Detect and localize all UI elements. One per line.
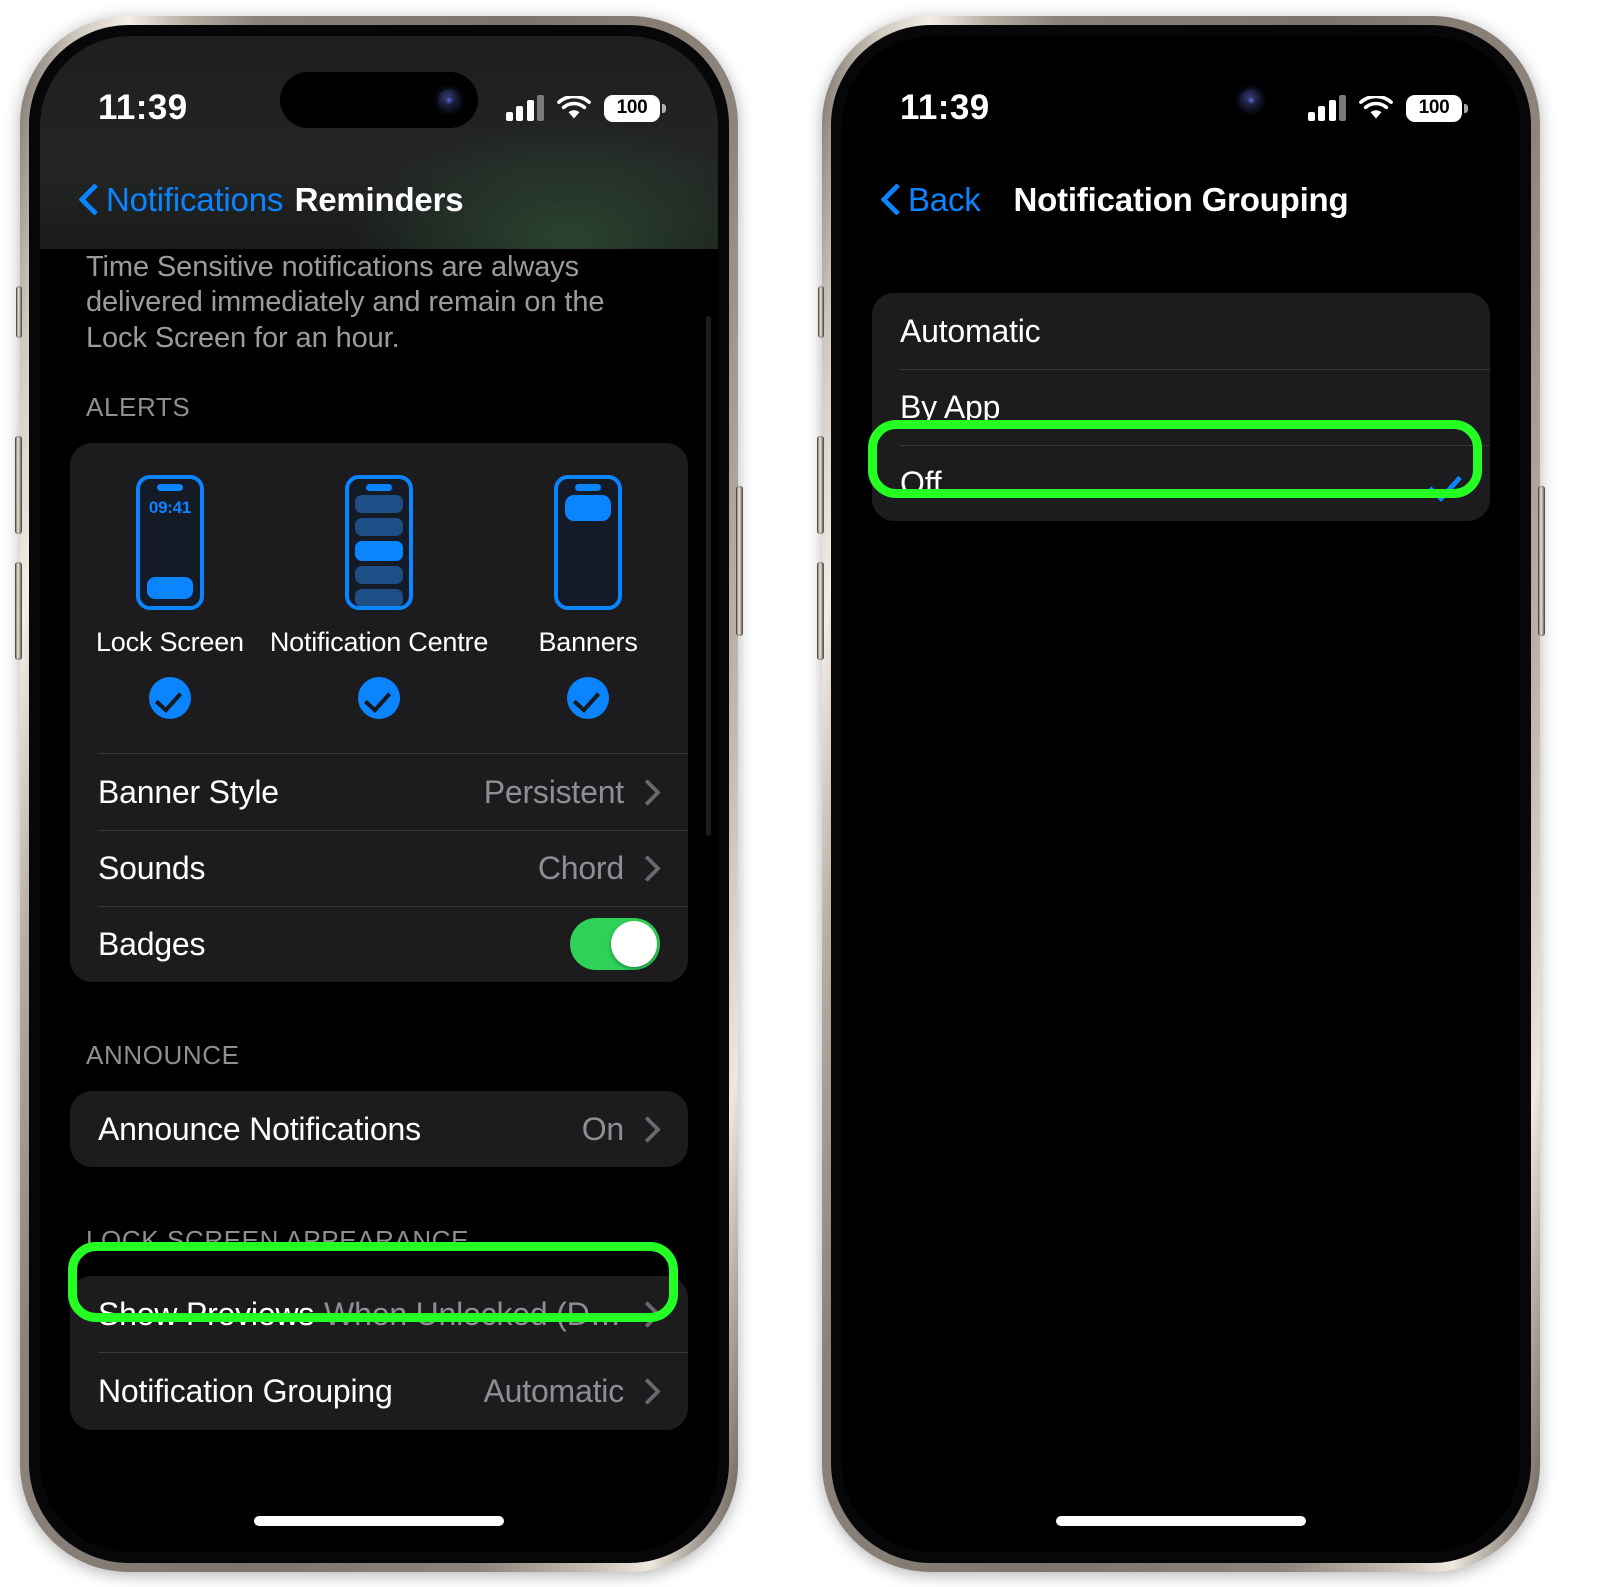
alert-option-lock-screen[interactable]: 09:41 Lock Screen [70, 475, 270, 720]
notch-shape [156, 484, 183, 492]
announce-card: Announce Notifications On [70, 1091, 688, 1168]
banner-shape [565, 495, 612, 522]
row-badges[interactable]: Badges [70, 906, 688, 982]
time-sensitive-footnote: Time Sensitive notifications are always … [86, 251, 605, 354]
alert-option-label: Notification Centre [269, 627, 489, 658]
checkbox-banners[interactable] [567, 677, 610, 720]
row-value: Automatic [483, 1372, 624, 1409]
front-camera-icon [1240, 89, 1262, 111]
alert-style-picker: 09:41 Lock Screen Notification Centre Ba… [70, 443, 688, 727]
row-value: When Unlocked (Defau… [324, 1295, 624, 1332]
row-value: On [581, 1110, 624, 1147]
front-camera-icon [438, 89, 460, 111]
alert-option-label: Banners [538, 627, 638, 658]
volume-up-button[interactable] [15, 436, 22, 534]
chevron-left-icon [882, 185, 899, 215]
lock-screen-time-preview: 09:41 [148, 498, 191, 518]
row-label: Banner Style [98, 773, 279, 810]
silent-switch-button[interactable] [818, 286, 824, 338]
screenshot-stage: Notifications Reminders 11:39 100 Time S… [0, 0, 1600, 1587]
lock-screen-phone-icon: 09:41 [135, 475, 204, 611]
home-indicator[interactable] [1056, 1516, 1306, 1526]
toggle-knob [611, 921, 657, 968]
volume-down-button[interactable] [817, 562, 824, 660]
row-show-previews[interactable]: Show Previews When Unlocked (Defau… [70, 1276, 688, 1352]
status-time: 11:39 [98, 88, 188, 127]
chevron-right-icon [636, 779, 660, 805]
settings-scroll-area-right[interactable]: Automatic By App Off [842, 36, 1520, 1552]
row-label: Sounds [98, 849, 206, 886]
dynamic-island [1082, 72, 1280, 128]
row-value: Persistent [483, 773, 624, 810]
device-bezel-right: Back Notification Grouping 11:39 100 Aut… [831, 25, 1531, 1563]
row-banner-style[interactable]: Banner Style Persistent [70, 754, 688, 830]
badges-toggle[interactable] [570, 918, 660, 971]
alert-option-banners[interactable]: Banners [488, 475, 688, 720]
row-announce-notifications[interactable]: Announce Notifications On [70, 1091, 688, 1167]
status-time: 11:39 [900, 88, 990, 127]
chevron-right-icon [636, 1301, 660, 1327]
section-header-lock-screen-appearance: LOCK SCREEN APPEARANCE [86, 1225, 470, 1256]
option-automatic[interactable]: Automatic [872, 293, 1490, 369]
wifi-icon [1359, 94, 1393, 121]
cellular-bars-icon [505, 95, 544, 121]
device-bezel-left: Notifications Reminders 11:39 100 Time S… [29, 25, 729, 1563]
wifi-icon [557, 94, 591, 121]
notification-stack-shape [355, 495, 403, 607]
notch-shape [366, 484, 392, 492]
power-button[interactable] [736, 486, 743, 636]
screen-left: Notifications Reminders 11:39 100 Time S… [40, 36, 718, 1552]
section-header-announce: ANNOUNCE [86, 1040, 240, 1071]
volume-down-button[interactable] [15, 562, 22, 660]
back-button-label: Back [908, 181, 981, 218]
back-button-label: Notifications [106, 181, 284, 218]
alerts-card: 09:41 Lock Screen Notification Centre Ba… [70, 443, 688, 983]
iphone-device-left: Notifications Reminders 11:39 100 Time S… [15, 16, 743, 1572]
battery-percent-label: 100 [1418, 97, 1450, 118]
checkbox-lock-screen[interactable] [148, 677, 191, 720]
chevron-left-icon [80, 185, 97, 215]
option-label: Off [900, 464, 942, 501]
row-notification-grouping[interactable]: Notification Grouping Automatic [70, 1352, 688, 1430]
checkbox-notification-centre[interactable] [358, 677, 400, 720]
power-button[interactable] [1538, 486, 1545, 636]
row-label: Badges [98, 925, 206, 962]
alert-option-notification-centre[interactable]: Notification Centre [269, 475, 489, 720]
section-header-alerts: ALERTS [86, 392, 191, 423]
chevron-right-icon [636, 1378, 660, 1404]
option-label: Automatic [900, 312, 1041, 349]
battery-icon: 100 [604, 94, 666, 122]
notch-shape [575, 484, 602, 492]
row-label: Show Previews [98, 1295, 315, 1332]
iphone-device-right: Back Notification Grouping 11:39 100 Aut… [817, 16, 1545, 1572]
chevron-right-icon [636, 1116, 660, 1142]
chevron-right-icon [636, 855, 660, 881]
settings-scroll-area-left[interactable]: Time Sensitive notifications are always … [40, 36, 718, 1552]
row-value: Chord [537, 849, 624, 886]
grouping-options-card: Automatic By App Off [872, 293, 1490, 521]
alert-option-label: Lock Screen [95, 627, 244, 658]
option-label: By App [900, 388, 1001, 425]
option-off[interactable]: Off [872, 445, 1490, 521]
screen-right: Back Notification Grouping 11:39 100 Aut… [842, 36, 1520, 1552]
back-button[interactable]: Back [882, 181, 981, 219]
battery-icon: 100 [1406, 94, 1468, 122]
row-label: Notification Grouping [98, 1372, 393, 1409]
banner-shape [146, 577, 193, 600]
lock-screen-appearance-card: Show Previews When Unlocked (Defau… Noti… [70, 1276, 688, 1431]
option-by-app[interactable]: By App [872, 369, 1490, 445]
row-sounds[interactable]: Sounds Chord [70, 830, 688, 906]
silent-switch-button[interactable] [16, 286, 22, 338]
battery-percent-label: 100 [616, 97, 648, 118]
checkmark-icon [1428, 467, 1462, 499]
row-label: Announce Notifications [98, 1110, 421, 1147]
back-button-notifications[interactable]: Notifications [80, 181, 283, 219]
dynamic-island [280, 72, 478, 128]
scroll-indicator[interactable] [706, 316, 711, 836]
notification-centre-phone-icon [345, 475, 413, 611]
cellular-bars-icon [1307, 95, 1346, 121]
volume-up-button[interactable] [817, 436, 824, 534]
home-indicator[interactable] [254, 1516, 504, 1526]
banners-phone-icon [554, 475, 623, 611]
